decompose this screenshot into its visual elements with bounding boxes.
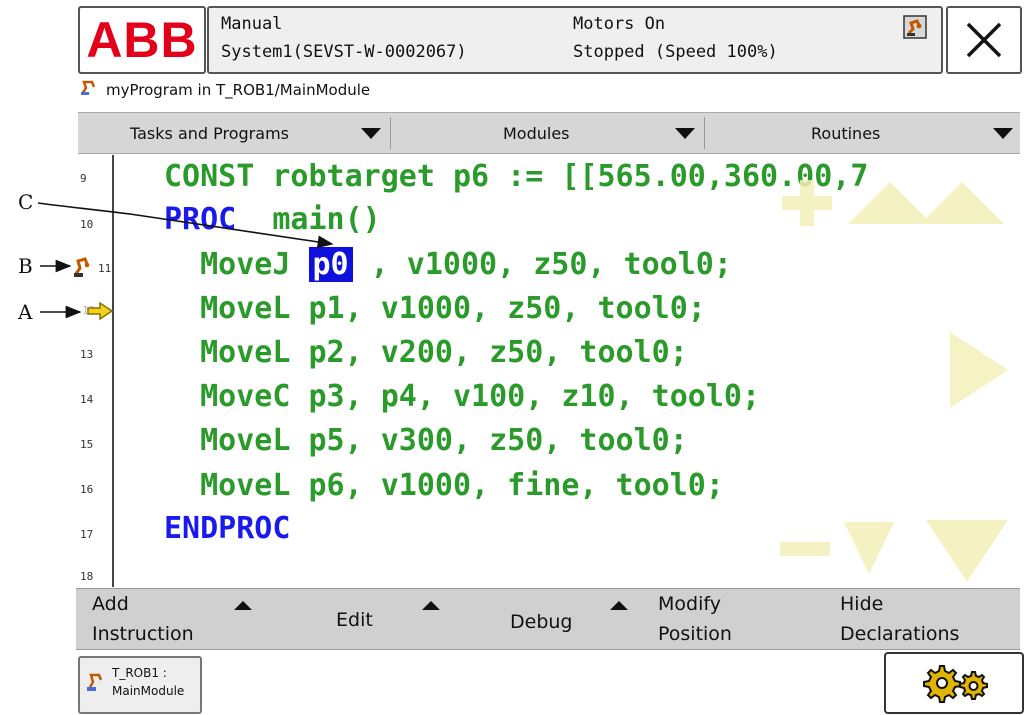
modify-position-button[interactable]: Modify Position [636,589,816,649]
zoom-in-icon [782,180,832,226]
robot-status-icon [903,15,927,44]
line-number: 14 [80,393,94,406]
menu-label: Add [92,593,129,615]
quickset-button[interactable] [884,652,1024,714]
scroll-down-controls[interactable] [776,512,1016,584]
operating-mode: Manual [221,14,283,34]
edit-button[interactable]: Edit [276,589,456,649]
motors-status: Motors On [573,14,666,34]
dropdown-label: Modules [503,124,570,143]
callout-c: C [18,190,34,214]
scroll-down-icon [844,522,894,574]
line-number: 9 [80,172,87,185]
breadcrumb-text: myProgram in T_ROB1/MainModule [106,81,371,99]
menu-label: Hide [840,593,884,615]
program-status: Stopped (Speed 100%) [573,42,778,62]
line-number: 18 [80,570,94,583]
hide-declarations-button[interactable]: Hide Declarations [816,589,1020,649]
line-number: 13 [80,348,94,361]
menu-label: Edit [336,609,373,631]
program-icon [80,80,100,100]
tasks-programs-dropdown[interactable]: Tasks and Programs [78,113,390,153]
line-number: 10 [80,218,94,231]
scroll-up-icon [848,182,932,224]
task-name: T_ROB1 : [112,666,167,680]
menu-label: Instruction [92,623,194,645]
code-line[interactable]: MoveL p2, v200, z50, tool0; [164,336,688,370]
code-text: , v1000, z50, tool0; [352,247,732,282]
code-line[interactable]: MoveJ p0 , v1000, z50, tool0; [164,247,732,282]
selected-argument[interactable]: p0 [308,247,353,282]
line-number: 17 [80,528,94,541]
gears-icon [923,665,988,703]
callout-a: A [18,300,33,324]
chevron-up-icon [234,601,252,610]
close-icon [966,22,1002,58]
chevron-up-icon [422,601,440,610]
code-line[interactable]: CONST robtarget p6 := [[565.00,360.00,7 [164,160,868,194]
menu-label: Position [658,623,732,645]
page-up-icon [920,182,1004,224]
system-name: System1(SEVST-W-0002067) [221,42,467,62]
add-instruction-button[interactable]: Add Instruction [76,589,276,649]
close-button[interactable] [946,6,1022,74]
chevron-down-icon [675,128,695,139]
code-line[interactable]: MoveC p3, p4, v100, z10, tool0; [164,380,760,414]
debug-button[interactable]: Debug [456,589,636,649]
code-text: main() [236,202,381,237]
module-name: MainModule [112,684,185,698]
dropdown-label: Routines [811,124,881,143]
chevron-down-icon [361,128,381,139]
line-number: 11 [98,262,112,275]
code-line[interactable]: PROC main() [164,203,381,237]
task-button[interactable]: T_ROB1 : MainModule [78,656,202,714]
breadcrumb: myProgram in T_ROB1/MainModule [80,80,370,100]
modules-dropdown[interactable]: Modules [391,113,703,153]
keyword: ENDPROC [164,511,291,546]
chevron-up-icon [610,601,628,610]
line-number: 16 [80,483,94,496]
scroll-up-controls[interactable] [770,168,1015,234]
code-line[interactable]: MoveL p5, v300, z50, tool0; [164,424,688,458]
chevron-down-icon [993,128,1013,139]
keyword: PROC [164,202,237,237]
program-pointer-icon [86,301,114,326]
menu-label: Debug [510,611,573,633]
menu-bar: Add Instruction Edit Debug Modify Positi… [76,588,1020,650]
page-down-icon [926,520,1008,582]
zoom-out-icon [780,542,830,556]
motion-pointer-icon [72,256,94,283]
routines-dropdown[interactable]: Routines [705,113,1019,153]
dropdown-label: Tasks and Programs [130,124,289,143]
callout-b: B [18,254,33,278]
program-icon [86,672,108,697]
code-line[interactable]: MoveL p6, v1000, fine, tool0; [164,469,724,503]
abb-logo[interactable]: ABB [78,6,206,74]
code-line[interactable]: MoveL p1, v1000, z50, tool0; [164,292,706,326]
abb-logo-text: ABB [86,12,198,68]
status-panel[interactable]: Manual System1(SEVST-W-0002067) Motors O… [207,6,943,74]
scroll-right-icon [950,332,1008,408]
scroll-right-control[interactable] [944,328,1014,412]
code-line[interactable]: ENDPROC [164,512,290,546]
selector-bar: Tasks and Programs Modules Routines [78,112,1020,154]
code-text: MoveJ [164,247,309,282]
menu-label: Modify [658,593,721,615]
menu-label: Declarations [840,623,960,645]
line-number: 15 [80,438,94,451]
